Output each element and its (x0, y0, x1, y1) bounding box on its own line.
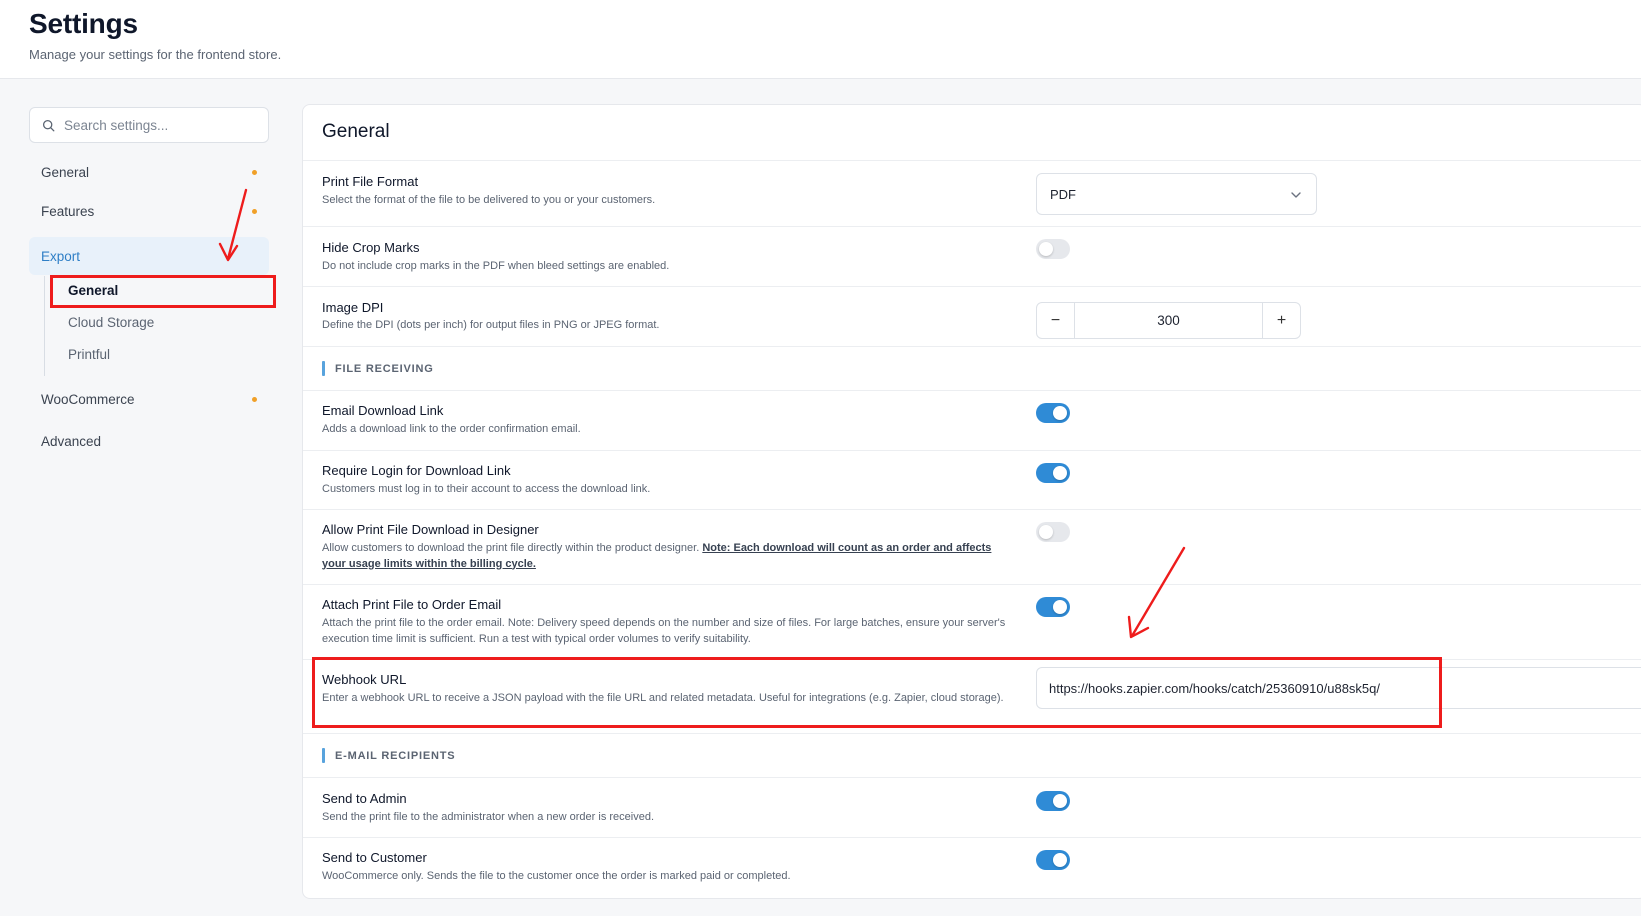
send-customer-toggle[interactable] (1036, 850, 1070, 870)
settings-search[interactable] (29, 107, 269, 143)
crop-marks-toggle[interactable] (1036, 239, 1070, 259)
print-format-desc: Select the format of the file to be deli… (322, 194, 656, 206)
unsaved-indicator (252, 397, 257, 402)
dpi-increment-button[interactable]: + (1263, 303, 1300, 338)
panel-title: General (322, 121, 390, 142)
print-format-value: PDF (1050, 186, 1076, 202)
send-admin-desc: Send the print file to the administrator… (322, 811, 655, 823)
search-input[interactable] (64, 117, 264, 133)
dpi-decrement-button[interactable]: − (1037, 303, 1074, 338)
attach-print-toggle[interactable] (1036, 597, 1070, 617)
divider (303, 777, 1641, 778)
print-format-title: Print File Format (322, 174, 419, 189)
divider (303, 837, 1641, 838)
subnav-item-printful[interactable]: Printful (68, 347, 110, 362)
sidebar-item-label: Export (41, 248, 81, 264)
annotation-highlight-general (50, 275, 276, 308)
sidebar-item-label: Advanced (41, 433, 102, 449)
sidebar-item-label: WooCommerce (41, 391, 135, 407)
allow-download-toggle[interactable] (1036, 522, 1070, 542)
allow-download-desc: Allow customers to download the print fi… (322, 541, 1012, 572)
print-format-select[interactable]: PDF (1036, 173, 1317, 215)
image-dpi-title: Image DPI (322, 300, 384, 315)
dpi-stepper: − 300 + (1036, 302, 1301, 339)
dpi-value[interactable]: 300 (1074, 303, 1263, 338)
annotation-highlight-webhook (312, 657, 1442, 728)
divider (303, 160, 1641, 161)
page-header: Settings Manage your settings for the fr… (0, 0, 1641, 79)
sidebar-item-woocommerce[interactable]: WooCommerce (29, 380, 269, 418)
annotation-arrow-icon (1127, 546, 1186, 639)
email-download-title: Email Download Link (322, 403, 444, 418)
divider (303, 450, 1641, 451)
send-customer-title: Send to Customer (322, 850, 427, 865)
send-admin-title: Send to Admin (322, 791, 407, 806)
email-download-toggle[interactable] (1036, 403, 1070, 423)
attach-print-desc: Attach the print file to the order email… (322, 617, 1006, 645)
divider (303, 226, 1641, 227)
divider (303, 390, 1641, 391)
send-customer-desc: WooCommerce only. Sends the file to the … (322, 870, 791, 882)
divider (303, 584, 1641, 585)
divider (303, 286, 1641, 287)
require-login-title: Require Login for Download Link (322, 463, 511, 478)
allow-download-desc-text: Allow customers to download the print fi… (322, 542, 700, 554)
subnav-item-cloud-storage[interactable]: Cloud Storage (68, 315, 154, 330)
crop-marks-title: Hide Crop Marks (322, 240, 420, 255)
attach-print-title: Attach Print File to Order Email (322, 597, 502, 612)
section-file-receiving: FILE RECEIVING (322, 361, 434, 376)
require-login-toggle[interactable] (1036, 463, 1070, 483)
divider (303, 346, 1641, 347)
search-icon (42, 119, 55, 131)
require-login-desc: Customers must log in to their account t… (322, 483, 651, 495)
page-title: Settings (29, 8, 138, 39)
sidebar-item-advanced[interactable]: Advanced (29, 422, 269, 460)
section-email-recipients: E-MAIL RECIPIENTS (322, 748, 455, 763)
sidebar-item-label: Features (41, 203, 95, 219)
page-subtitle: Manage your settings for the frontend st… (29, 47, 282, 62)
sidebar-item-label: General (41, 164, 90, 180)
email-download-desc: Adds a download link to the order confir… (322, 423, 581, 435)
annotation-arrow-icon (218, 188, 248, 262)
chevron-down-icon (1291, 192, 1301, 198)
send-admin-toggle[interactable] (1036, 791, 1070, 811)
divider (303, 733, 1641, 734)
unsaved-indicator (252, 209, 257, 214)
divider (303, 509, 1641, 510)
settings-panel: General Print File Format Select the for… (302, 104, 1641, 899)
image-dpi-desc: Define the DPI (dots per inch) for outpu… (322, 319, 660, 331)
crop-marks-desc: Do not include crop marks in the PDF whe… (322, 260, 670, 272)
allow-download-title: Allow Print File Download in Designer (322, 522, 539, 537)
unsaved-indicator (252, 170, 257, 175)
